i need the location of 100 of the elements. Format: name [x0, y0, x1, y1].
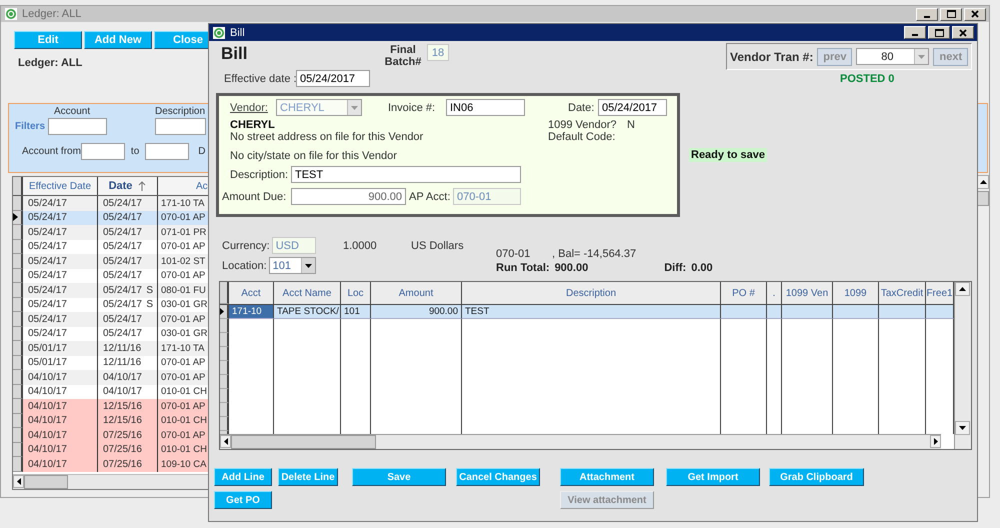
window-title: Ledger: ALL [22, 8, 82, 20]
row-pointer-icon [220, 308, 224, 315]
row-header[interactable] [13, 370, 23, 384]
grid-corner [13, 177, 23, 195]
table-cell: 05/24/17 [103, 299, 142, 310]
account-to-field[interactable] [145, 143, 190, 160]
row-header[interactable] [220, 347, 229, 361]
row-header[interactable] [220, 361, 229, 375]
row-header[interactable] [13, 268, 23, 283]
table-cell: 900.00 [428, 306, 458, 317]
form-heading: Bill [221, 44, 248, 64]
balance-account: 070-01 [496, 248, 532, 260]
table-cell-text: 109-10 CA [160, 458, 208, 472]
field-label: Description [155, 106, 206, 118]
row-header[interactable] [13, 428, 23, 442]
minimize-button[interactable] [904, 26, 926, 39]
field-label: D [198, 146, 206, 157]
table-row[interactable]: 171-10 TAPE STOCK/ 101 900.00 TEST [220, 305, 954, 319]
row-header[interactable] [220, 319, 229, 333]
close-icon [959, 28, 967, 36]
row-header[interactable] [13, 196, 23, 210]
row-header[interactable] [13, 414, 23, 428]
row-header[interactable] [220, 417, 229, 431]
scroll-thumb[interactable] [977, 191, 989, 206]
status-badge: Ready to save [689, 148, 767, 162]
column-header[interactable]: Amount [371, 282, 462, 304]
column-header[interactable]: Acct Name [274, 282, 341, 304]
close-button[interactable] [952, 26, 974, 39]
row-header[interactable] [13, 254, 23, 268]
horizontal-scrollbar[interactable] [220, 434, 941, 449]
column-header[interactable]: Date [98, 177, 158, 195]
row-header[interactable] [13, 240, 23, 254]
row-header[interactable] [13, 356, 23, 370]
row-header[interactable] [13, 210, 23, 225]
column-header[interactable]: Effective Date [23, 177, 98, 195]
effective-date-field[interactable]: 05/24/2017 [296, 70, 370, 87]
account-field[interactable] [48, 118, 108, 135]
row-header[interactable] [220, 375, 229, 389]
row-header[interactable] [220, 333, 229, 347]
row-header[interactable] [220, 389, 229, 403]
column-header[interactable]: 1099 [833, 282, 879, 304]
minimize-button[interactable] [916, 8, 938, 20]
field-label: Account [53, 106, 92, 118]
row-header[interactable] [13, 457, 23, 472]
table-cell-text: 070-01 AP [160, 370, 206, 384]
scroll-up-icon [959, 287, 966, 291]
filters-label: Filters [15, 121, 46, 132]
status-label: S [146, 284, 153, 296]
row-header[interactable] [220, 403, 229, 417]
tran-dropdown[interactable]: 80 [856, 48, 930, 65]
close-button[interactable] [964, 8, 986, 20]
invoice-field[interactable]: IN06 [446, 99, 525, 116]
column-header[interactable]: Description [462, 282, 721, 304]
caret-icon [351, 106, 358, 110]
amount-due-field[interactable]: 900.00 [291, 188, 406, 205]
column-header[interactable]: TaxCredit [879, 282, 926, 304]
account-from-field[interactable] [80, 143, 125, 160]
table-cell: 05/24/17 [103, 328, 142, 340]
table-cell: 05/24/17 [103, 314, 142, 325]
column-header[interactable]: PO # [721, 282, 767, 304]
table-cell-text: 010-01 CH [160, 414, 208, 428]
table-cell-text: 070-01 AP [160, 211, 206, 225]
currency-name: US Dollars [411, 240, 464, 252]
row-header[interactable] [13, 384, 23, 399]
maximize-button[interactable] [928, 26, 950, 39]
field-label: AP Acct: [409, 190, 452, 202]
description-field[interactable] [155, 118, 206, 135]
sort-arrow-icon [138, 180, 146, 192]
column-header[interactable]: . [767, 282, 782, 304]
table-cell: 07/25/16 [103, 430, 142, 441]
minimize-icon [912, 34, 918, 36]
window-title: Bill [230, 26, 245, 38]
row-header[interactable] [13, 442, 23, 457]
vertical-scrollbar[interactable] [954, 282, 971, 449]
batch-field[interactable]: 18 [427, 44, 449, 61]
table-cell-text: 030-01 GR [160, 298, 208, 312]
row-header[interactable] [220, 305, 229, 319]
column-header[interactable]: 1099 Ven [782, 282, 833, 304]
column-header[interactable]: Acct [229, 282, 274, 304]
location-dropdown[interactable]: 101 [268, 257, 316, 274]
scroll-thumb[interactable] [231, 435, 376, 449]
scroll-thumb[interactable] [24, 475, 68, 489]
table-cell: 101 [344, 306, 360, 317]
table-cell: 04/10/17 [23, 457, 98, 472]
maximize-button[interactable] [940, 8, 962, 20]
row-header[interactable] [13, 312, 23, 326]
column-header[interactable]: Loc [341, 282, 371, 304]
table-cell: 12/11/16 [103, 357, 142, 368]
row-header[interactable] [13, 326, 23, 341]
row-header[interactable] [13, 341, 23, 356]
row-header[interactable] [13, 225, 23, 240]
row-header[interactable] [13, 399, 23, 414]
address-text: No street address on file for this Vendor [230, 131, 424, 143]
row-header[interactable] [13, 298, 23, 312]
minimize-icon [924, 16, 930, 18]
date-field[interactable]: 05/24/2017 [598, 99, 667, 116]
diff-value: 0.00 [691, 262, 713, 274]
row-header[interactable] [13, 283, 23, 298]
description-field[interactable]: TEST [291, 166, 521, 183]
column-header[interactable]: Ac [158, 177, 209, 195]
